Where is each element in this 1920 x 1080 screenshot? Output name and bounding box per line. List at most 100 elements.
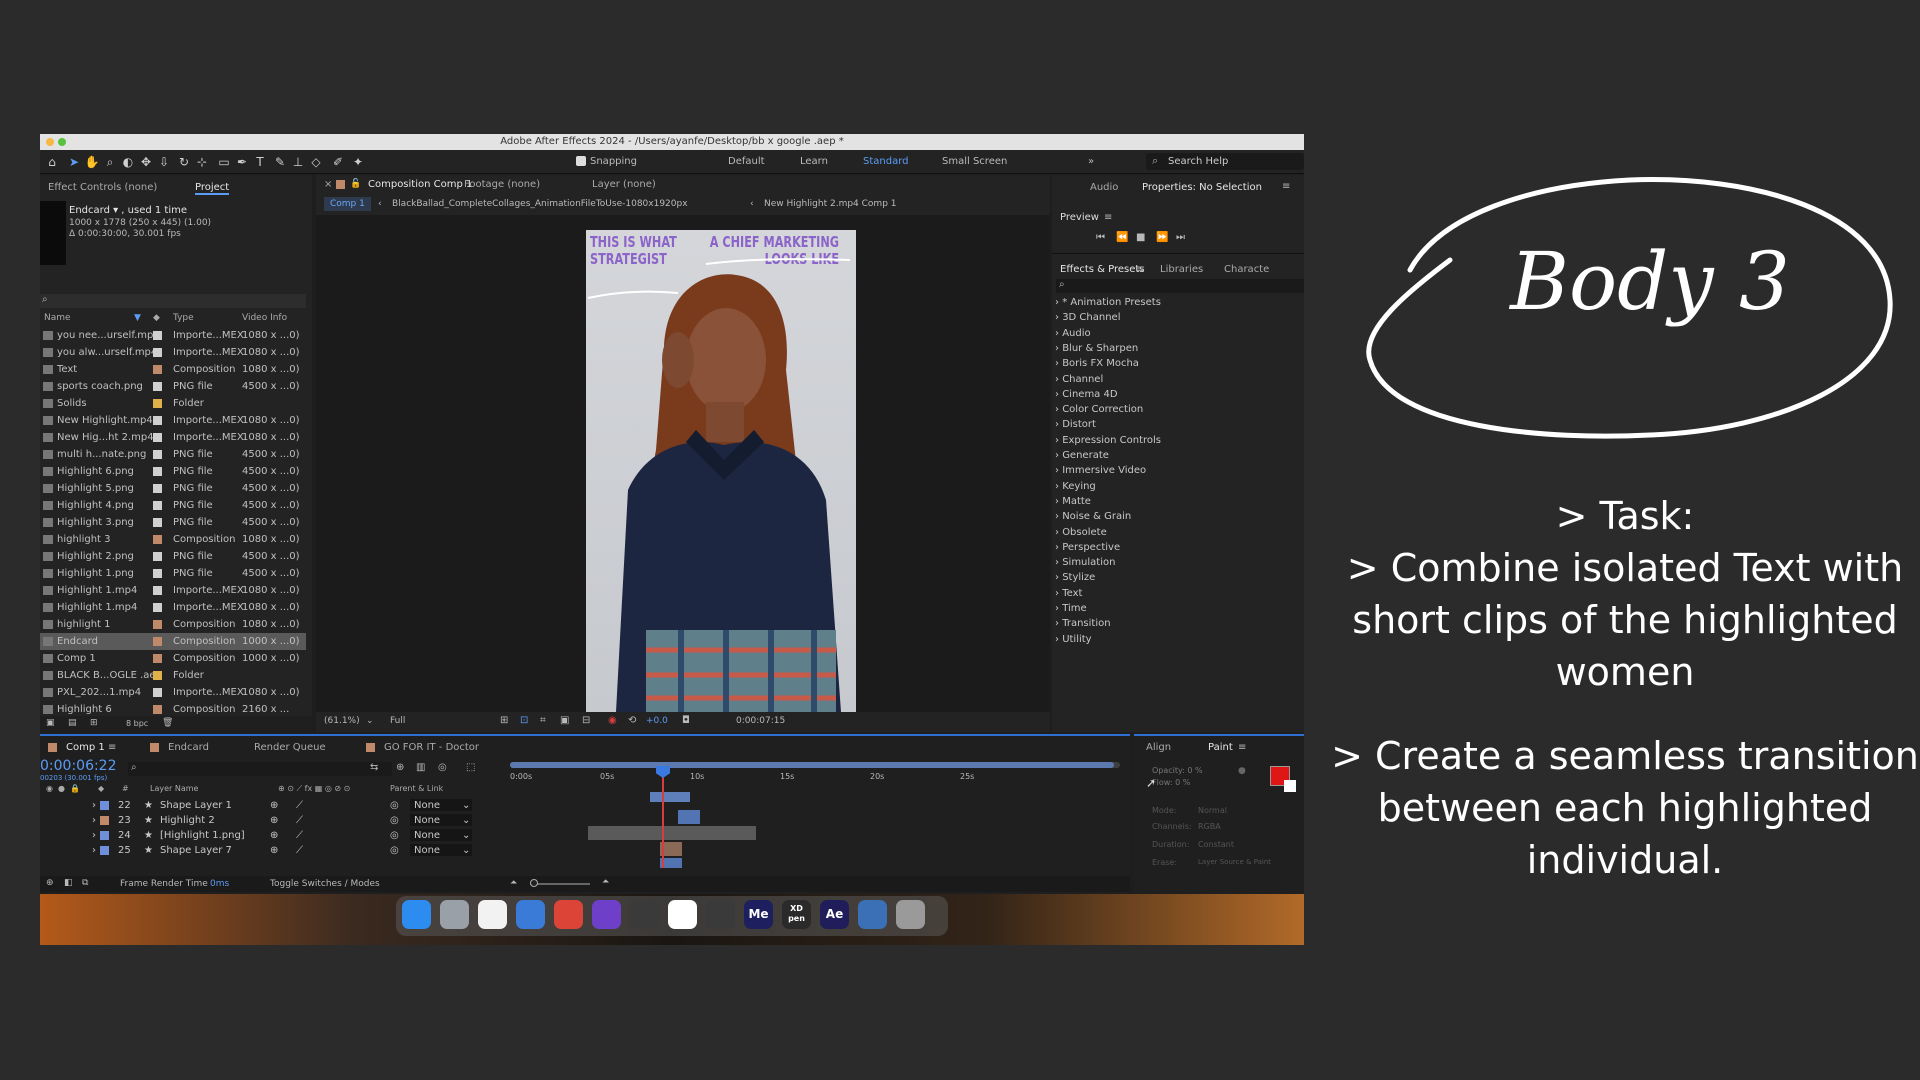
quality-switch-icon[interactable]: ⟋ (296, 828, 303, 843)
zoom-in-icon[interactable]: ⏶ (602, 877, 609, 887)
erase-dropdown[interactable]: Layer Source & Paint (1198, 858, 1271, 866)
effect-category[interactable]: › Noise & Grain (1055, 511, 1131, 522)
mode-dropdown[interactable]: Normal (1198, 806, 1227, 815)
graph-editor-icon[interactable]: ⬚ (466, 762, 475, 773)
after-effects-icon[interactable]: Ae (820, 900, 849, 929)
sublime-icon[interactable] (630, 900, 659, 929)
pick-whip-icon[interactable]: ◎ (390, 798, 399, 813)
chevron-right-icon[interactable]: › (92, 813, 96, 828)
sort-arrow-icon[interactable]: ▼ (134, 313, 141, 323)
project-item[interactable]: Highlight 1.png PNG file 4500 x ...0) (40, 565, 306, 582)
new-composition-icon[interactable]: ⊞ (90, 718, 98, 728)
project-item[interactable]: you alw...urself.mp4 Importe...MEX 1080 x … (40, 344, 306, 361)
project-item[interactable]: highlight 3 Composition 1080 x ...0) (40, 531, 306, 548)
layer-bar-highlight-2[interactable] (588, 826, 756, 840)
label-swatch[interactable] (153, 620, 162, 629)
project-item[interactable]: highlight 1 Composition 1080 x ...0) (40, 616, 306, 633)
orbit-tool-icon[interactable]: ◐ (120, 154, 136, 170)
chevron-right-icon[interactable]: › (92, 798, 96, 813)
effect-category[interactable]: › 3D Channel (1055, 312, 1120, 323)
project-item[interactable]: Highlight 1.mp4 Importe...MEX 1080 x ...0) (40, 599, 306, 616)
chevron-down-icon[interactable]: ⌄ (462, 798, 470, 813)
github-icon[interactable] (592, 900, 621, 929)
work-area-bar[interactable] (510, 762, 1120, 768)
opacity-label[interactable]: Opacity: 0 % (1152, 766, 1203, 775)
trash-icon[interactable] (896, 900, 925, 929)
tab-composition[interactable]: Composition Comp 1 (368, 179, 472, 190)
workspace-small-screen[interactable]: Small Screen (942, 156, 1007, 167)
column-video-info[interactable]: Video Info (242, 313, 287, 323)
effect-category[interactable]: › Generate (1055, 450, 1109, 461)
label-swatch[interactable] (153, 416, 162, 425)
label-swatch[interactable] (153, 399, 162, 408)
layer-label-swatch[interactable] (100, 801, 109, 810)
effect-category[interactable]: › Time (1055, 603, 1087, 614)
effect-category[interactable]: › Stylize (1055, 572, 1095, 583)
video-switch-icon[interactable]: ◉ (46, 784, 53, 793)
quicktime-icon[interactable] (858, 900, 887, 929)
project-item[interactable]: Highlight 2.png PNG file 4500 x ...0) (40, 548, 306, 565)
breadcrumb-comp-1[interactable]: Comp 1 (324, 197, 371, 211)
layer-name[interactable]: [Highlight 1.png] (160, 828, 245, 843)
tab-footage[interactable]: Footage (none) (464, 179, 540, 190)
shy-switch-icon[interactable]: ⊕ (270, 813, 278, 828)
comp-mini-flowchart-icon[interactable]: ⇆ (370, 762, 378, 773)
label-swatch[interactable] (153, 705, 162, 714)
bit-depth-button[interactable]: 8 bpc (126, 719, 148, 728)
effect-category[interactable]: › Transition (1055, 618, 1111, 629)
media-encoder-icon[interactable]: Me (744, 900, 773, 929)
tab-render-queue[interactable]: Render Queue (254, 742, 326, 753)
layer-label-swatch[interactable] (100, 846, 109, 855)
label-swatch[interactable] (153, 382, 162, 391)
exposure-value[interactable]: +0.0 (646, 716, 668, 726)
tab-character[interactable]: Characte (1224, 264, 1269, 275)
label-swatch[interactable] (153, 603, 162, 612)
label-swatch[interactable] (153, 348, 162, 357)
shy-layers-icon[interactable]: ▥ (416, 762, 425, 773)
tab-properties[interactable]: Properties: No Selection (1142, 182, 1262, 193)
project-item[interactable]: Comp 1 Composition 1000 x ...0) (40, 650, 306, 667)
effect-category[interactable]: › Keying (1055, 481, 1096, 492)
time-ruler[interactable]: 0:00s 05s 10s 15s 20s 25s (510, 770, 1130, 788)
project-item[interactable]: Solids Folder (40, 395, 306, 412)
breadcrumb-blackballad[interactable]: BlackBallad_CompleteCollages_AnimationFi… (392, 199, 688, 209)
tab-align[interactable]: Align (1146, 742, 1171, 753)
panel-menu-icon[interactable]: ≡ (1136, 264, 1144, 275)
zoom-dot-icon[interactable] (58, 138, 66, 146)
more-workspaces-icon[interactable]: » (1088, 156, 1094, 167)
effect-category[interactable]: › Matte (1055, 496, 1091, 507)
effect-category[interactable]: › Simulation (1055, 557, 1115, 568)
tab-paint[interactable]: Paint (1208, 742, 1233, 753)
brush-tip-icon[interactable]: ● (1238, 766, 1246, 776)
selection-tool-icon[interactable]: ➤ (66, 154, 82, 170)
snapping-checkbox[interactable] (576, 156, 586, 166)
layer-label-swatch[interactable] (100, 831, 109, 840)
exposure-reset-icon[interactable]: ⟲ (628, 715, 636, 726)
column-name[interactable]: Name (44, 313, 71, 323)
label-swatch[interactable] (153, 501, 162, 510)
effect-category[interactable]: › Distort (1055, 419, 1096, 430)
effect-category[interactable]: › Perspective (1055, 542, 1120, 553)
tab-project[interactable]: Project (195, 182, 230, 195)
effect-category[interactable]: › Channel (1055, 374, 1103, 385)
layer-name[interactable]: Shape Layer 7 (160, 843, 232, 858)
xd-pen-icon[interactable]: XD pen (782, 900, 811, 929)
project-item[interactable]: BLACK B...OGLE .aep Folder (40, 667, 306, 684)
label-swatch[interactable] (153, 671, 162, 680)
hand-tool-icon[interactable]: ✋ (84, 154, 100, 170)
project-item[interactable]: New Hig...ht 2.mp4 Importe...MEX 1080 x ..… (40, 429, 306, 446)
chevron-right-icon[interactable]: › (92, 828, 96, 843)
notes-icon[interactable] (478, 900, 507, 929)
zoom-dropdown[interactable]: (61.1%) (324, 716, 360, 726)
label-swatch[interactable] (153, 688, 162, 697)
label-swatch[interactable] (153, 365, 162, 374)
label-swatch[interactable] (153, 467, 162, 476)
panel-menu-icon[interactable]: ≡ (108, 742, 116, 753)
zoom-out-icon[interactable]: ⏶ (510, 878, 517, 888)
solo-icon[interactable]: ● (58, 784, 65, 793)
layer-row[interactable]: › 24 ★ [Highlight 1.png] ⊕ ⟋ ◎ None ⌄ (40, 828, 510, 843)
switches-header-icon[interactable]: ⊕ ⊙ ⟋ fx ▦ ◎ ⊘ ⊙ (278, 784, 350, 794)
minimize-dot-icon[interactable] (46, 138, 54, 146)
tab-comp-1[interactable]: Comp 1 (66, 742, 105, 753)
tab-go-for-it[interactable]: GO FOR IT - Doctor (384, 742, 479, 753)
